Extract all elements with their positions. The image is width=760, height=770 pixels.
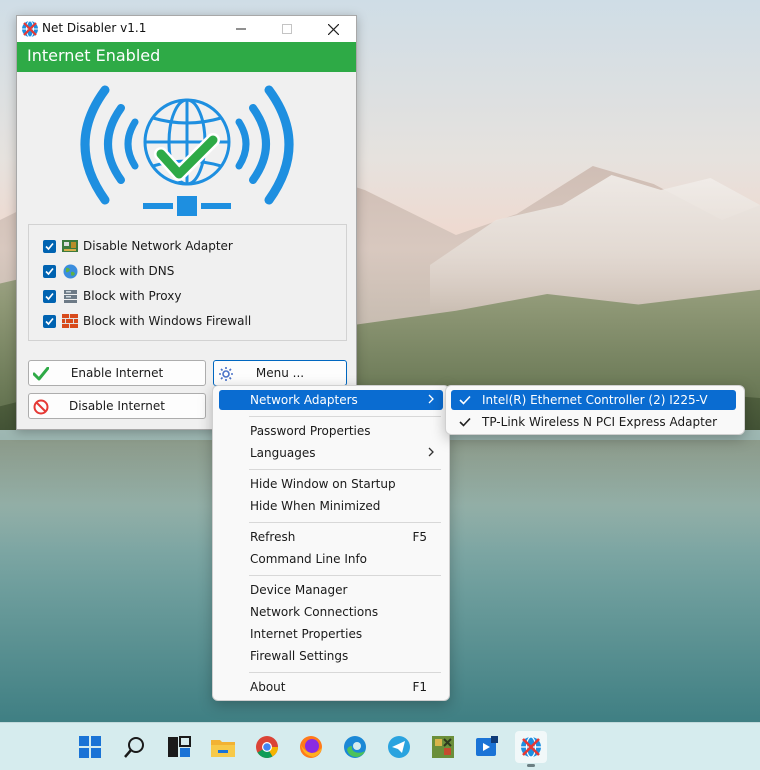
menu-separator <box>249 469 441 470</box>
option-label: Block with Proxy <box>83 289 182 303</box>
net-disabler-icon <box>521 736 541 758</box>
edge-icon[interactable] <box>339 731 371 763</box>
option-block-dns[interactable]: Block with DNS <box>43 262 174 280</box>
firefox-icon[interactable] <box>295 731 327 763</box>
menu-item-device-manager[interactable]: Device Manager <box>219 580 443 600</box>
menu-item-label: Command Line Info <box>250 552 368 566</box>
menu-button[interactable]: Menu ... <box>213 360 347 386</box>
enable-internet-button[interactable]: Enable Internet <box>28 360 206 386</box>
menu-item-hide-window-on-startup[interactable]: Hide Window on Startup <box>219 474 443 494</box>
menu-separator <box>249 672 441 673</box>
menu-item-label: Network Adapters <box>250 393 358 407</box>
game-app-icon[interactable] <box>427 731 459 763</box>
menu-item-label: Firewall Settings <box>250 649 349 663</box>
running-indicator <box>527 764 535 767</box>
menu-item-network-connections[interactable]: Network Connections <box>219 602 443 622</box>
option-label: Disable Network Adapter <box>83 239 233 253</box>
option-block-proxy[interactable]: Block with Proxy <box>43 287 181 305</box>
maximize-button <box>264 16 310 42</box>
taskbar <box>0 722 760 770</box>
menu-shortcut: F5 <box>412 530 427 544</box>
option-disable-network-adapter[interactable]: Disable Network Adapter <box>43 237 233 255</box>
app-context-menu: Network Adapters Password Properties Lan… <box>212 385 450 701</box>
menu-item-command-line-info[interactable]: Command Line Info <box>219 549 443 569</box>
menu-item-label: About <box>250 680 286 694</box>
checkbox-checked-icon[interactable] <box>43 264 56 278</box>
net-disabler-window: Net Disabler v1.1 Internet Enabled Disab… <box>16 15 357 430</box>
media-player-icon[interactable] <box>471 731 503 763</box>
telegram-icon[interactable] <box>383 731 415 763</box>
internet-status-banner: Internet Enabled <box>17 42 356 72</box>
network-card-icon <box>62 238 78 254</box>
menu-item-languages[interactable]: Languages <box>219 443 443 463</box>
submenu-item-label: Intel(R) Ethernet Controller (2) I225-V <box>482 393 708 407</box>
checkbox-checked-icon[interactable] <box>43 314 56 328</box>
option-label: Block with Windows Firewall <box>83 314 252 328</box>
search-icon[interactable] <box>119 731 151 763</box>
option-block-windows-firewall[interactable]: Block with Windows Firewall <box>43 312 251 330</box>
close-button[interactable] <box>310 16 356 42</box>
menu-item-label: Device Manager <box>250 583 348 597</box>
windows-start-icon[interactable] <box>74 731 106 763</box>
net-disabler-taskbar-icon[interactable] <box>515 731 547 767</box>
check-icon <box>459 416 471 430</box>
minimize-icon <box>236 28 246 30</box>
disable-internet-label: Disable Internet <box>69 399 165 413</box>
submenu-item-label: TP-Link Wireless N PCI Express Adapter <box>482 415 718 429</box>
task-view-icon[interactable] <box>163 731 195 763</box>
menu-separator <box>249 522 441 523</box>
wifi-globe-check-icon <box>65 82 309 222</box>
minimize-button[interactable] <box>218 16 264 42</box>
blocking-options-group: Disable Network Adapter Block with DNS B… <box>28 224 347 341</box>
menu-item-label: Refresh <box>250 530 296 544</box>
menu-item-refresh[interactable]: Refresh F5 <box>219 527 443 547</box>
check-icon <box>459 394 471 408</box>
disable-internet-button[interactable]: Disable Internet <box>28 393 206 419</box>
chevron-right-icon <box>427 446 435 461</box>
title-bar[interactable]: Net Disabler v1.1 <box>17 16 356 42</box>
menu-separator <box>249 416 441 417</box>
prohibited-icon <box>32 398 50 416</box>
chevron-right-icon <box>427 393 435 408</box>
chrome-icon[interactable] <box>251 731 283 763</box>
checkbox-checked-icon[interactable] <box>43 289 56 303</box>
menu-item-label: Hide Window on Startup <box>250 477 396 491</box>
menu-item-label: Password Properties <box>250 424 371 438</box>
menu-item-label: Internet Properties <box>250 627 363 641</box>
firewall-brick-icon <box>62 313 78 329</box>
menu-item-network-adapters[interactable]: Network Adapters <box>219 390 443 410</box>
proxy-server-icon <box>62 288 78 304</box>
file-explorer-icon[interactable] <box>207 731 239 763</box>
maximize-icon <box>282 24 292 34</box>
menu-item-password-properties[interactable]: Password Properties <box>219 421 443 441</box>
globe-icon <box>62 263 78 279</box>
checkbox-checked-icon[interactable] <box>43 239 56 253</box>
menu-item-hide-when-minimized[interactable]: Hide When Minimized <box>219 496 443 516</box>
menu-separator <box>249 575 441 576</box>
close-icon <box>327 23 339 35</box>
submenu-item-intel-ethernet[interactable]: Intel(R) Ethernet Controller (2) I225-V <box>451 390 736 410</box>
network-adapters-submenu: Intel(R) Ethernet Controller (2) I225-V … <box>445 385 745 435</box>
window-title: Net Disabler v1.1 <box>42 21 147 35</box>
menu-item-label: Hide When Minimized <box>250 499 381 513</box>
green-check-icon <box>32 365 50 383</box>
submenu-item-tplink-wireless[interactable]: TP-Link Wireless N PCI Express Adapter <box>451 412 736 432</box>
menu-item-firewall-settings[interactable]: Firewall Settings <box>219 646 443 666</box>
menu-item-internet-properties[interactable]: Internet Properties <box>219 624 443 644</box>
gear-icon <box>217 365 235 383</box>
enable-internet-label: Enable Internet <box>70 366 164 380</box>
option-label: Block with DNS <box>83 264 175 278</box>
menu-item-label: Network Connections <box>250 605 379 619</box>
menu-item-about[interactable]: About F1 <box>219 677 443 697</box>
menu-shortcut: F1 <box>412 680 427 694</box>
app-icon <box>21 20 39 41</box>
menu-item-label: Languages <box>250 446 316 460</box>
